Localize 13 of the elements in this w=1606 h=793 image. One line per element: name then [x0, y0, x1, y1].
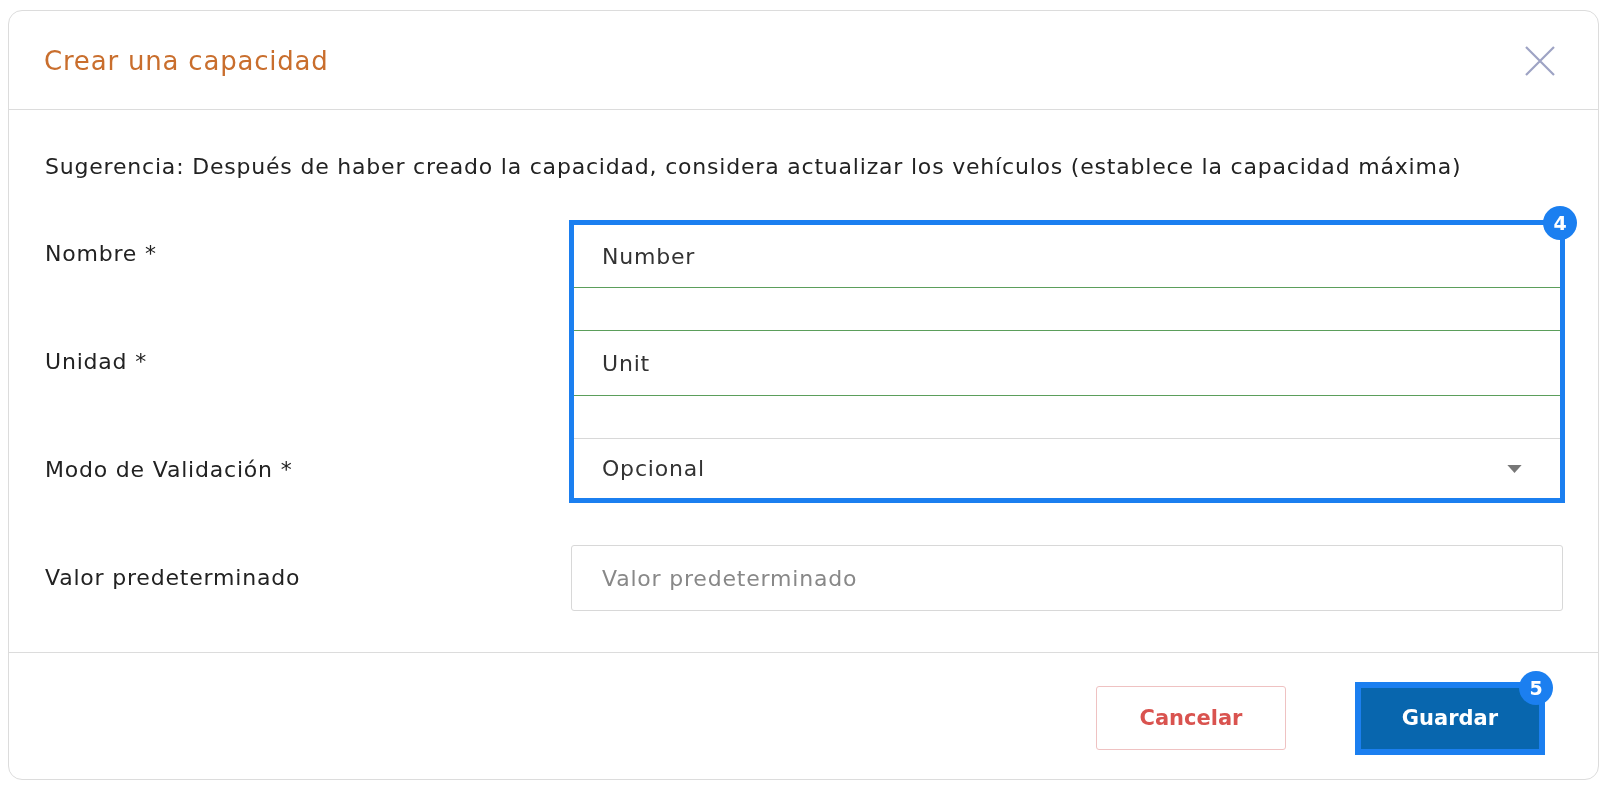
hint-text: Sugerencia: Después de haber creado la capacidad, considera actualizar los vehículos (establece la capacidad máxima): [45, 153, 1463, 181]
field-label: Modo de Validación *: [45, 455, 294, 484]
step-badge: 5: [1519, 670, 1553, 705]
close-icon[interactable]: [1525, 46, 1555, 76]
step-badge: 4: [1543, 206, 1577, 240]
caret-icon: [1507, 464, 1522, 473]
field-label: Nombre *: [45, 239, 158, 268]
field-label: Unidad *: [45, 347, 148, 376]
dialog-title: Crear una capacidad: [44, 45, 329, 77]
text-input[interactable]: Unit: [574, 330, 1560, 396]
input-field[interactable]: Valor predeterminado: [571, 545, 1563, 611]
field-label: Valor predeterminado: [45, 563, 302, 592]
cancel-button[interactable]: Cancelar: [1096, 686, 1286, 750]
